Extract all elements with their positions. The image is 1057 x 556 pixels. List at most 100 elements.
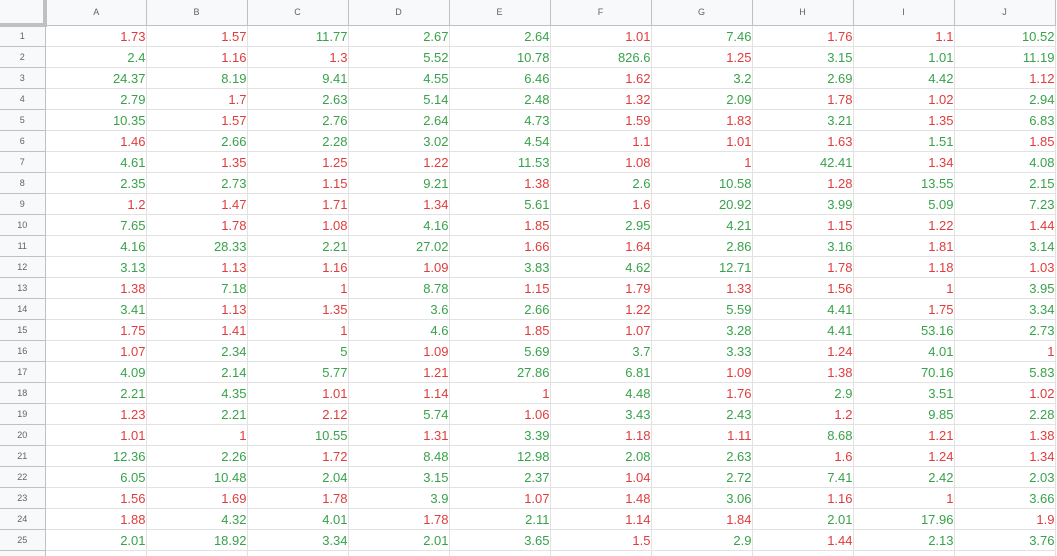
cell-d15[interactable]: 4.6: [348, 319, 450, 341]
empty-cell[interactable]: [954, 550, 1056, 556]
cell-e20[interactable]: 3.39: [449, 424, 551, 446]
cell-h18[interactable]: 2.9: [752, 382, 854, 404]
cell-b17[interactable]: 2.14: [146, 361, 248, 383]
cell-a23[interactable]: 1.56: [45, 487, 147, 509]
cell-c7[interactable]: 1.25: [247, 151, 349, 173]
empty-cell[interactable]: [348, 550, 450, 556]
cell-i2[interactable]: 1.01: [853, 46, 955, 68]
row-header[interactable]: 4: [0, 88, 46, 110]
cell-d23[interactable]: 3.9: [348, 487, 450, 509]
cell-d5[interactable]: 2.64: [348, 109, 450, 131]
cell-b2[interactable]: 1.16: [146, 46, 248, 68]
row-header[interactable]: 15: [0, 319, 46, 341]
row-header[interactable]: 25: [0, 529, 46, 551]
row-header[interactable]: 5: [0, 109, 46, 131]
cell-a19[interactable]: 1.23: [45, 403, 147, 425]
cell-c9[interactable]: 1.71: [247, 193, 349, 215]
cell-e21[interactable]: 12.98: [449, 445, 551, 467]
cell-c25[interactable]: 3.34: [247, 529, 349, 551]
cell-j3[interactable]: 1.12: [954, 67, 1056, 89]
cell-j15[interactable]: 2.73: [954, 319, 1056, 341]
cell-a3[interactable]: 24.37: [45, 67, 147, 89]
cell-h8[interactable]: 1.28: [752, 172, 854, 194]
cell-d13[interactable]: 8.78: [348, 277, 450, 299]
cell-f6[interactable]: 1.1: [550, 130, 652, 152]
cell-j9[interactable]: 7.23: [954, 193, 1056, 215]
cell-c14[interactable]: 1.35: [247, 298, 349, 320]
cell-i7[interactable]: 1.34: [853, 151, 955, 173]
cell-d12[interactable]: 1.09: [348, 256, 450, 278]
cell-h11[interactable]: 3.16: [752, 235, 854, 257]
cell-g4[interactable]: 2.09: [651, 88, 753, 110]
cell-j21[interactable]: 1.34: [954, 445, 1056, 467]
cell-c15[interactable]: 1: [247, 319, 349, 341]
row-header[interactable]: 17: [0, 361, 46, 383]
cell-c5[interactable]: 2.76: [247, 109, 349, 131]
cell-i4[interactable]: 1.02: [853, 88, 955, 110]
cell-e3[interactable]: 6.46: [449, 67, 551, 89]
cell-b14[interactable]: 1.13: [146, 298, 248, 320]
cell-f17[interactable]: 6.81: [550, 361, 652, 383]
cell-d2[interactable]: 5.52: [348, 46, 450, 68]
cell-a22[interactable]: 6.05: [45, 466, 147, 488]
cell-b21[interactable]: 2.26: [146, 445, 248, 467]
cell-a24[interactable]: 1.88: [45, 508, 147, 530]
cell-j22[interactable]: 2.03: [954, 466, 1056, 488]
cell-e11[interactable]: 1.66: [449, 235, 551, 257]
cell-h20[interactable]: 8.68: [752, 424, 854, 446]
cell-i8[interactable]: 13.55: [853, 172, 955, 194]
cell-b3[interactable]: 8.19: [146, 67, 248, 89]
cell-d9[interactable]: 1.34: [348, 193, 450, 215]
cell-d11[interactable]: 27.02: [348, 235, 450, 257]
cell-i25[interactable]: 2.13: [853, 529, 955, 551]
cell-d19[interactable]: 5.74: [348, 403, 450, 425]
cell-j12[interactable]: 1.03: [954, 256, 1056, 278]
cell-b1[interactable]: 1.57: [146, 25, 248, 47]
cell-b25[interactable]: 18.92: [146, 529, 248, 551]
cell-a9[interactable]: 1.2: [45, 193, 147, 215]
cell-h9[interactable]: 3.99: [752, 193, 854, 215]
cell-b8[interactable]: 2.73: [146, 172, 248, 194]
cell-e24[interactable]: 2.11: [449, 508, 551, 530]
cell-b11[interactable]: 28.33: [146, 235, 248, 257]
cell-g19[interactable]: 2.43: [651, 403, 753, 425]
cell-b6[interactable]: 2.66: [146, 130, 248, 152]
cell-j25[interactable]: 3.76: [954, 529, 1056, 551]
cell-e19[interactable]: 1.06: [449, 403, 551, 425]
cell-c4[interactable]: 2.63: [247, 88, 349, 110]
cell-e6[interactable]: 4.54: [449, 130, 551, 152]
cell-a25[interactable]: 2.01: [45, 529, 147, 551]
cell-d25[interactable]: 2.01: [348, 529, 450, 551]
empty-cell[interactable]: [45, 550, 147, 556]
cell-e14[interactable]: 2.66: [449, 298, 551, 320]
cell-j6[interactable]: 1.85: [954, 130, 1056, 152]
cell-g9[interactable]: 20.92: [651, 193, 753, 215]
cell-d21[interactable]: 8.48: [348, 445, 450, 467]
cell-a1[interactable]: 1.73: [45, 25, 147, 47]
cell-d1[interactable]: 2.67: [348, 25, 450, 47]
cell-i14[interactable]: 1.75: [853, 298, 955, 320]
cell-f9[interactable]: 1.6: [550, 193, 652, 215]
row-header[interactable]: 24: [0, 508, 46, 530]
cell-e12[interactable]: 3.83: [449, 256, 551, 278]
cell-j18[interactable]: 1.02: [954, 382, 1056, 404]
cell-e22[interactable]: 2.37: [449, 466, 551, 488]
cell-b10[interactable]: 1.78: [146, 214, 248, 236]
cell-a16[interactable]: 1.07: [45, 340, 147, 362]
cell-i23[interactable]: 1: [853, 487, 955, 509]
cell-g13[interactable]: 1.33: [651, 277, 753, 299]
column-header-c[interactable]: C: [247, 0, 349, 26]
cell-c3[interactable]: 9.41: [247, 67, 349, 89]
column-header-f[interactable]: F: [550, 0, 652, 26]
cell-h13[interactable]: 1.56: [752, 277, 854, 299]
cell-g11[interactable]: 2.86: [651, 235, 753, 257]
cell-h23[interactable]: 1.16: [752, 487, 854, 509]
cell-g6[interactable]: 1.01: [651, 130, 753, 152]
cell-d22[interactable]: 3.15: [348, 466, 450, 488]
cell-j14[interactable]: 3.34: [954, 298, 1056, 320]
cell-b9[interactable]: 1.47: [146, 193, 248, 215]
cell-a10[interactable]: 7.65: [45, 214, 147, 236]
cell-g14[interactable]: 5.59: [651, 298, 753, 320]
row-header[interactable]: 2: [0, 46, 46, 68]
cell-g2[interactable]: 1.25: [651, 46, 753, 68]
